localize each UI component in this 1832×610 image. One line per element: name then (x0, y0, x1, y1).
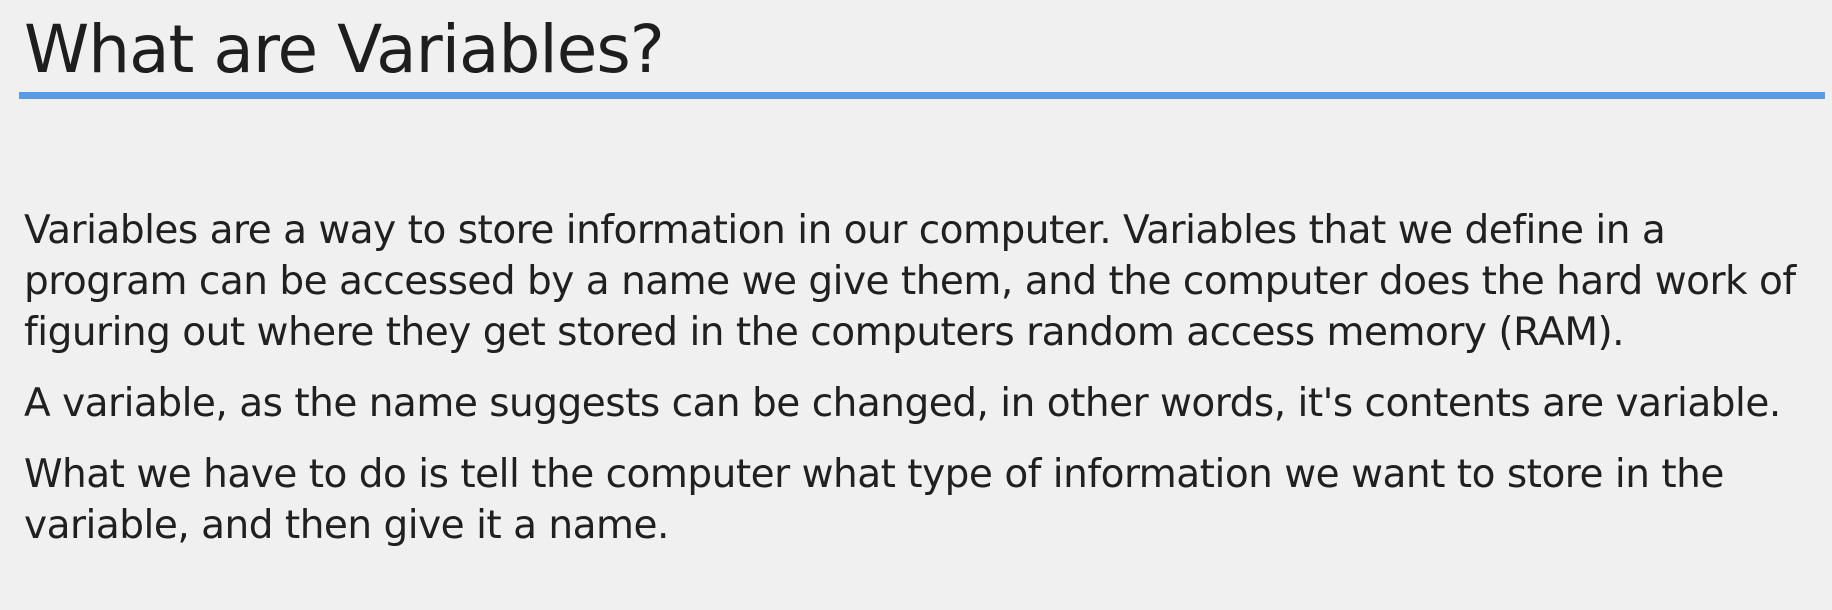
slide-title: What are Variables? (24, 11, 665, 88)
slide-body: Variables are a way to store information… (24, 205, 1814, 571)
slide: What are Variables? Variables are a way … (0, 0, 1832, 610)
paragraph-definition: Variables are a way to store information… (24, 208, 1796, 355)
paragraph-changeable: A variable, as the name suggests can be … (24, 381, 1781, 426)
title-underline (19, 92, 1825, 99)
paragraph-type-and-name: What we have to do is tell the computer … (24, 452, 1724, 548)
